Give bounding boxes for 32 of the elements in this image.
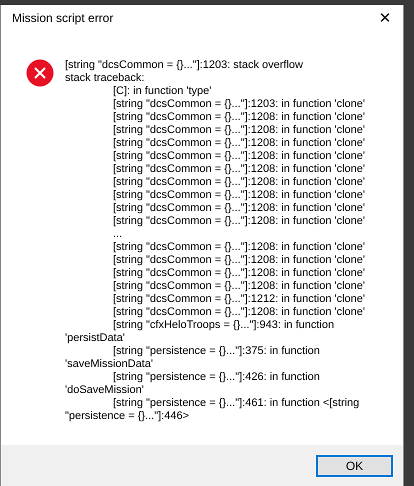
message-line: [string "dcsCommon = {}..."]:1208: in function 'clone' (112, 254, 366, 267)
message-line: [string "persistence = {}..."]:375: in function (112, 345, 321, 358)
message-line: [string "dcsCommon = {}..."]:1208: in function 'clone' (112, 280, 366, 293)
message-line: [string "dcsCommon = {}..."]:1208: in function 'clone' (112, 150, 366, 163)
message-line: [C]: in function 'type' (112, 85, 212, 98)
message-line: [string "cfxHeloTroops = {}..."]:943: in function (112, 319, 336, 332)
message-line: "persistence = {}..."]:446> (65, 410, 190, 423)
message-line: [string "dcsCommon = {}..."]:1208: in function 'clone' (112, 215, 366, 228)
error-icon (26, 59, 54, 87)
message-line: [string "dcsCommon = {}..."]:1203: in function 'clone' (112, 98, 366, 111)
message-line: 'persistData' (65, 332, 126, 345)
message-line: [string "persistence = {}..."]:461: in function <[string (112, 397, 360, 410)
message-line: [string "dcsCommon = {}..."]:1208: in function 'clone' (112, 137, 366, 150)
message-line: [string "dcsCommon = {}..."]:1208: in function 'clone' (112, 267, 366, 280)
message-line: [string "persistence = {}..."]:426: in function (112, 371, 321, 384)
message-line: [string "dcsCommon = {}..."]:1208: in function 'clone' (112, 163, 366, 176)
message-line: [string "dcsCommon = {}..."]:1208: in function 'clone' (112, 176, 366, 189)
message-line: stack traceback: (65, 72, 146, 85)
message-line: [string "dcsCommon = {}..."]:1212: in function 'clone' (112, 293, 366, 306)
message-line: 'saveMissionData' (65, 358, 154, 371)
message-line: [string "dcsCommon = {}..."]:1208: in function 'clone' (112, 241, 366, 254)
message-line: [string "dcsCommon = {}..."]:1203: stack overflow (65, 59, 304, 72)
message-line: [string "dcsCommon = {}..."]:1208: in function 'clone' (112, 124, 366, 137)
message-line: [string "dcsCommon = {}..."]:1208: in function 'clone' (112, 189, 366, 202)
close-button[interactable]: ✕ (367, 5, 403, 31)
ok-button[interactable]: OK (316, 454, 393, 476)
message-line: 'doSaveMission' (65, 384, 145, 397)
message-line: [string "dcsCommon = {}..."]:1208: in function 'clone' (112, 306, 366, 319)
message-line: [string "dcsCommon = {}..."]:1208: in function 'clone' (112, 202, 366, 215)
window-title: Mission script error (12, 11, 114, 25)
message-line: [string "dcsCommon = {}..."]:1208: in function 'clone' (112, 111, 366, 124)
message-line: ... (112, 228, 124, 241)
